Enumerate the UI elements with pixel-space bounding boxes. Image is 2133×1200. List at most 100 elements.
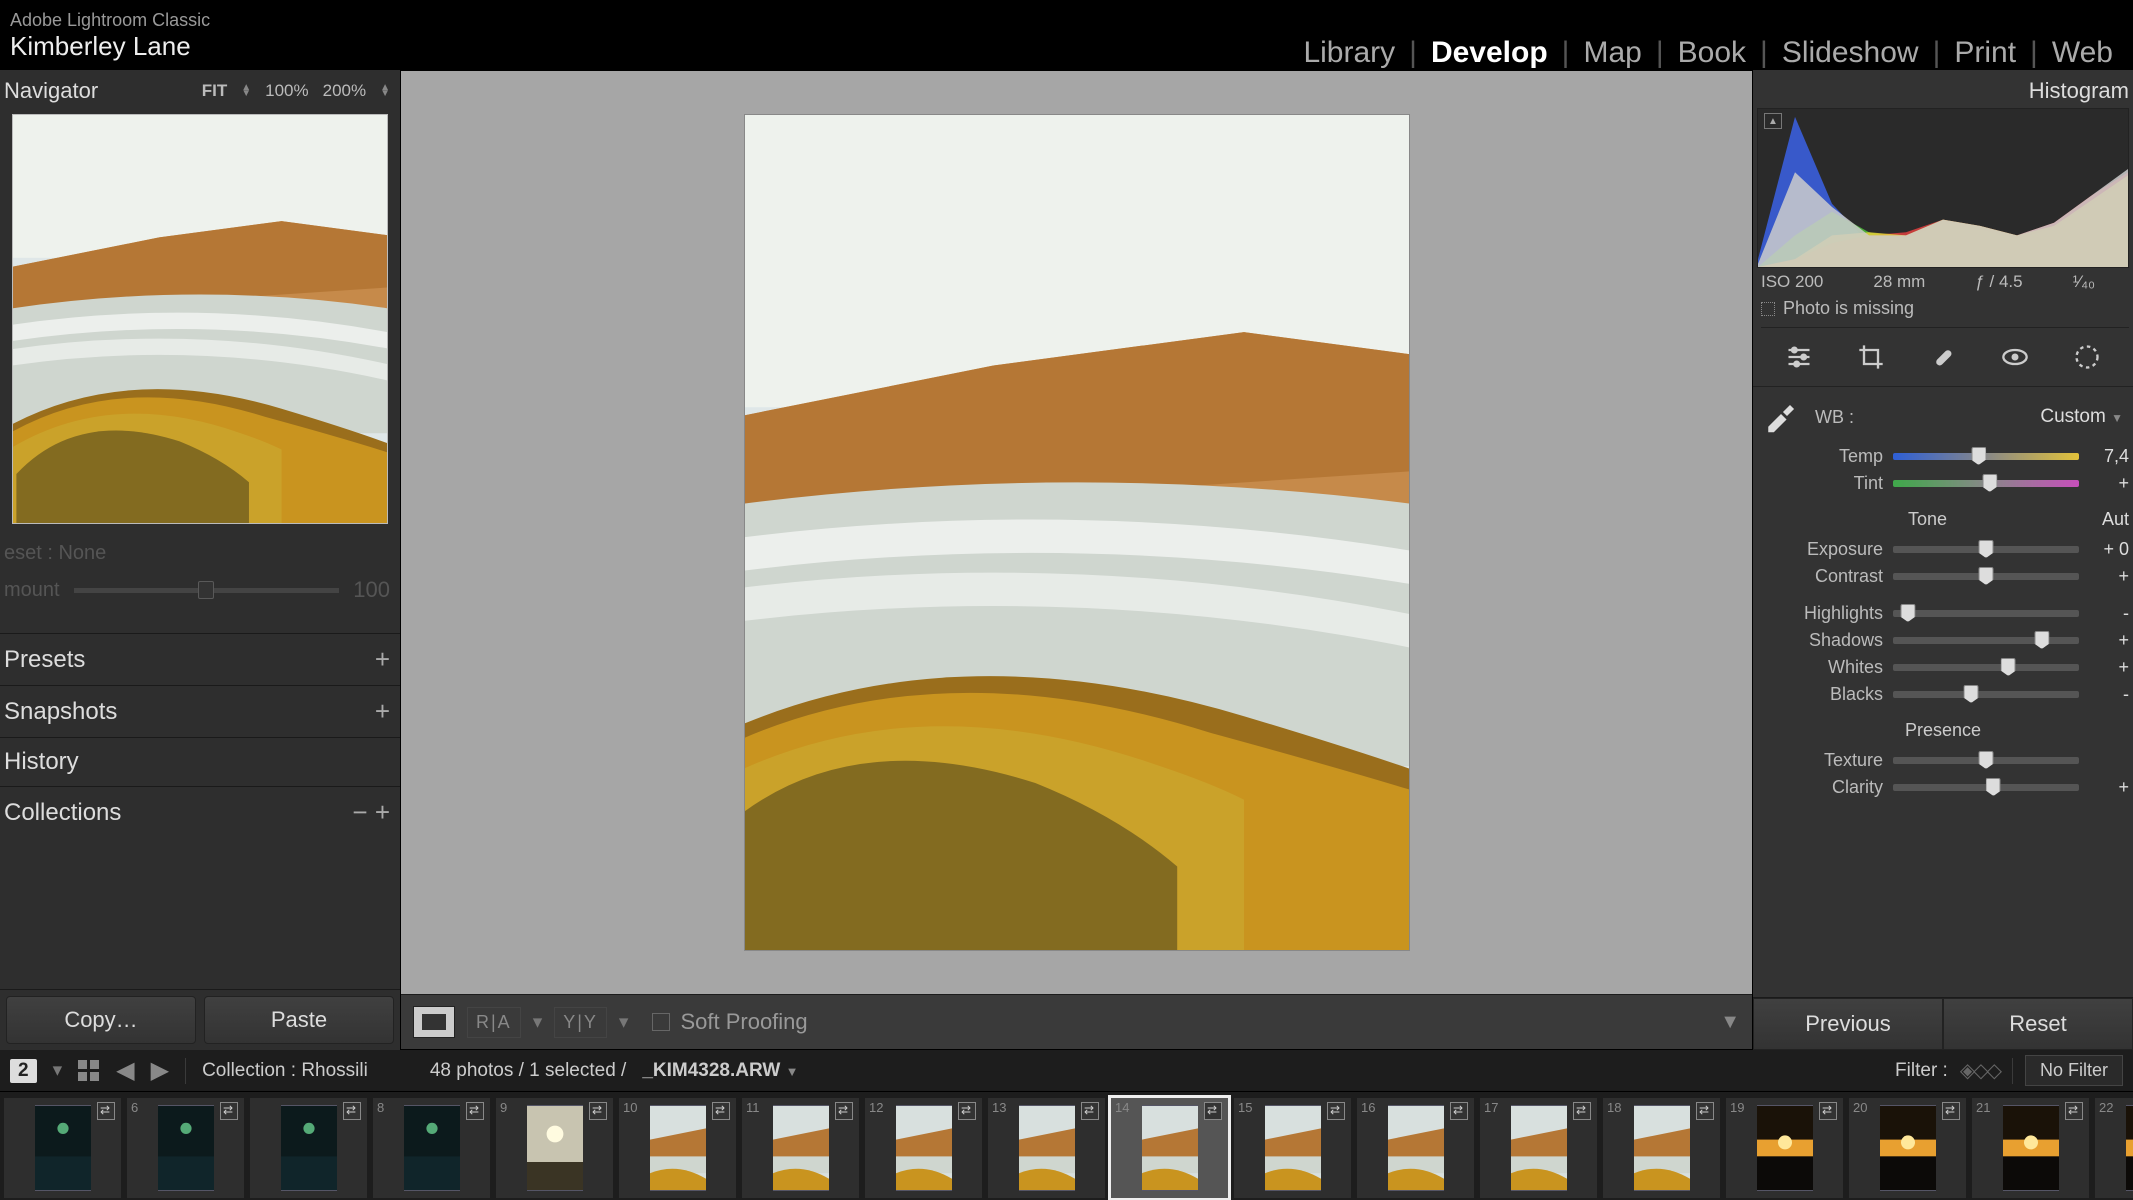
shadow-clipping-icon[interactable] <box>1764 113 1782 129</box>
filmstrip-thumb[interactable]: 18 <box>1603 1098 1720 1198</box>
panel-snapshots[interactable]: Snapshots+ <box>0 685 400 737</box>
module-develop[interactable]: Develop <box>1417 36 1562 70</box>
whites-value[interactable]: + <box>2089 657 2129 678</box>
masking-icon[interactable] <box>2070 342 2104 372</box>
contrast-value[interactable]: + <box>2089 566 2129 587</box>
panel-action-icon[interactable]: + <box>375 696 390 727</box>
healing-icon[interactable] <box>1926 342 1960 372</box>
photo-preview[interactable] <box>745 115 1409 950</box>
soft-proofing-checkbox[interactable] <box>652 1013 670 1031</box>
before-after-ra[interactable]: R|A <box>467 1007 521 1038</box>
soft-proofing-toggle[interactable]: Soft Proofing <box>652 1009 807 1035</box>
shadows-knob[interactable] <box>2034 631 2049 649</box>
module-library[interactable]: Library <box>1289 36 1409 70</box>
filmstrip-thumb[interactable]: 6 <box>127 1098 244 1198</box>
module-web[interactable]: Web <box>2038 36 2127 70</box>
tint-value[interactable]: + <box>2089 473 2129 494</box>
blacks-slider[interactable] <box>1893 691 2079 698</box>
tint-knob[interactable] <box>1982 474 1997 492</box>
filmstrip-thumb[interactable]: 9 <box>496 1098 613 1198</box>
loupe-view-button[interactable] <box>413 1006 455 1038</box>
crop-icon[interactable] <box>1854 342 1888 372</box>
temp-value[interactable]: 7,4 <box>2089 446 2129 467</box>
clarity-knob[interactable] <box>1986 778 2001 796</box>
filmstrip-thumb[interactable]: 8 <box>373 1098 490 1198</box>
exposure-slider[interactable] <box>1893 546 2079 553</box>
filmstrip-thumb[interactable] <box>250 1098 367 1198</box>
highlights-value[interactable]: - <box>2089 603 2129 624</box>
filmstrip-thumb[interactable]: 12 <box>865 1098 982 1198</box>
texture-knob[interactable] <box>1979 751 1994 769</box>
filter-preset-dropdown[interactable]: No Filter <box>2025 1055 2123 1086</box>
blacks-knob[interactable] <box>1964 685 1979 703</box>
current-filename[interactable]: _KIM4328.ARW ▼ <box>642 1060 798 1082</box>
shadows-value[interactable]: + <box>2089 630 2129 651</box>
edit-sliders-icon[interactable] <box>1782 342 1816 372</box>
filmstrip-thumb[interactable]: 19 <box>1726 1098 1843 1198</box>
exposure-knob[interactable] <box>1979 540 1994 558</box>
canvas[interactable] <box>401 71 1752 994</box>
panel-action-icon[interactable]: − + <box>352 797 390 828</box>
navigator-zoom[interactable]: FIT ▲▼ 100% 200% ▲▼ <box>202 81 390 101</box>
before-after-yy[interactable]: Y|Y <box>554 1007 607 1038</box>
whites-slider[interactable] <box>1893 664 2079 671</box>
module-slideshow[interactable]: Slideshow <box>1768 36 1933 70</box>
panel-collections[interactable]: Collections− + <box>0 786 400 838</box>
histogram[interactable] <box>1757 108 2129 268</box>
wb-value[interactable]: Custom ▼ <box>2040 406 2127 428</box>
navigator-preview[interactable] <box>12 114 388 524</box>
filmstrip-thumb[interactable]: 21 <box>1972 1098 2089 1198</box>
grid-view-icon[interactable] <box>78 1060 100 1081</box>
filmstrip-thumb[interactable]: 13 <box>988 1098 1105 1198</box>
filmstrip[interactable]: 6891011121314151617181920212223 <box>0 1092 2133 1200</box>
nav-back-icon[interactable]: ◀ <box>116 1056 134 1085</box>
flag-filter-icons[interactable]: ◈◇◇ <box>1960 1058 2000 1083</box>
toolbar-chevron-icon[interactable]: ▼ <box>1720 1011 1740 1034</box>
whites-knob[interactable] <box>2001 658 2016 676</box>
filmstrip-thumb[interactable]: 17 <box>1480 1098 1597 1198</box>
wb-eyedropper-icon[interactable] <box>1763 397 1803 437</box>
filmstrip-thumb[interactable]: 20 <box>1849 1098 1966 1198</box>
zoom-fit-menu-icon[interactable]: ▲▼ <box>241 85 251 97</box>
module-book[interactable]: Book <box>1664 36 1760 70</box>
previous-button[interactable]: Previous <box>1753 998 1943 1050</box>
highlights-knob[interactable] <box>1900 604 1915 622</box>
zoom-100[interactable]: 100% <box>265 81 308 101</box>
collection-path[interactable]: Collection : Rhossili <box>202 1060 368 1082</box>
amount-slider[interactable] <box>74 588 340 593</box>
auto-tone-button[interactable]: Aut <box>2102 509 2133 530</box>
filmstrip-thumb[interactable]: 14 <box>1111 1098 1228 1198</box>
redeye-icon[interactable] <box>1998 342 2032 372</box>
temp-knob[interactable] <box>1971 447 1986 465</box>
tint-slider[interactable] <box>1893 480 2079 487</box>
panel-history[interactable]: History <box>0 737 400 786</box>
contrast-slider[interactable] <box>1893 573 2079 580</box>
second-window-badge[interactable]: 2 <box>10 1059 37 1083</box>
reset-button[interactable]: Reset <box>1943 998 2133 1050</box>
zoom-fit[interactable]: FIT <box>202 81 228 101</box>
temp-slider[interactable] <box>1893 453 2079 460</box>
paste-button[interactable]: Paste <box>204 996 394 1044</box>
panel-action-icon[interactable]: + <box>375 644 390 675</box>
filmstrip-thumb[interactable]: 15 <box>1234 1098 1351 1198</box>
amount-knob[interactable] <box>198 581 214 599</box>
highlights-slider[interactable] <box>1893 610 2079 617</box>
filmstrip-thumb[interactable] <box>4 1098 121 1198</box>
blacks-value[interactable]: - <box>2089 684 2129 705</box>
texture-slider[interactable] <box>1893 757 2079 764</box>
clarity-slider[interactable] <box>1893 784 2079 791</box>
exposure-value[interactable]: + 0 <box>2089 539 2129 560</box>
clarity-value[interactable]: + <box>2089 777 2129 798</box>
module-map[interactable]: Map <box>1569 36 1655 70</box>
panel-presets[interactable]: Presets+ <box>0 633 400 685</box>
nav-fwd-icon[interactable]: ▶ <box>151 1056 169 1085</box>
zoom-menu-icon[interactable]: ▲▼ <box>380 85 390 97</box>
module-print[interactable]: Print <box>1940 36 2030 70</box>
copy-button[interactable]: Copy… <box>6 996 196 1044</box>
contrast-knob[interactable] <box>1979 567 1994 585</box>
zoom-200[interactable]: 200% <box>323 81 366 101</box>
filmstrip-thumb[interactable]: 10 <box>619 1098 736 1198</box>
shadows-slider[interactable] <box>1893 637 2079 644</box>
filmstrip-thumb[interactable]: 11 <box>742 1098 859 1198</box>
filmstrip-thumb[interactable]: 22 <box>2095 1098 2133 1198</box>
